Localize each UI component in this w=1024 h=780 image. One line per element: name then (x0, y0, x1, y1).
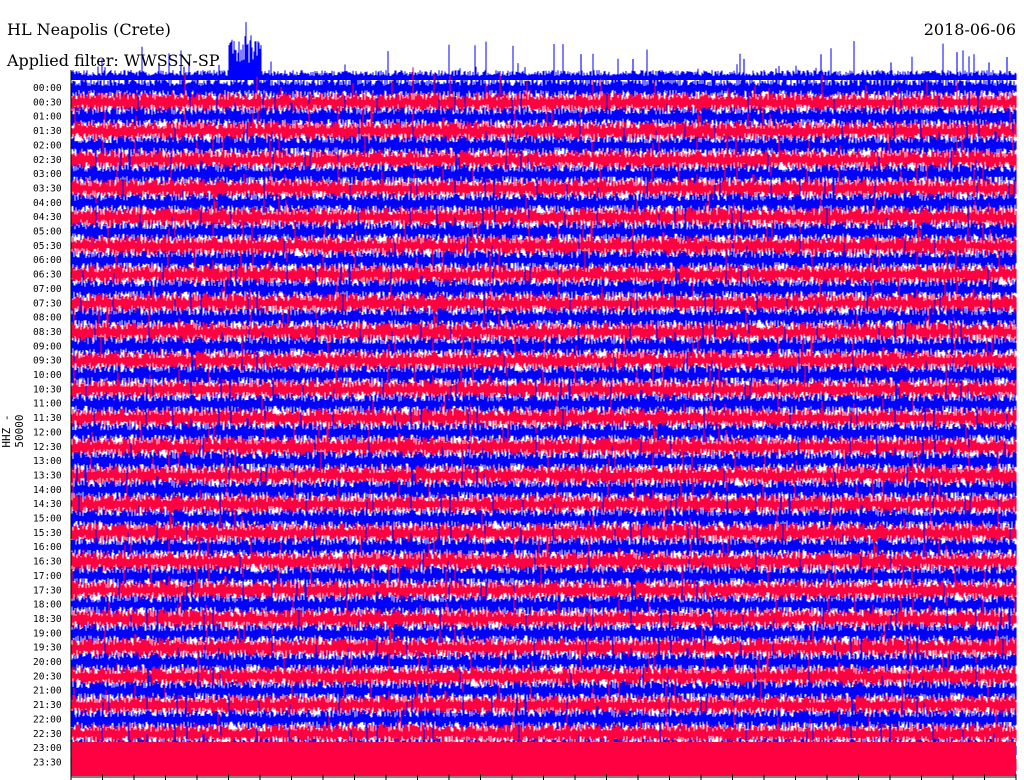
time-label: 01:00 (33, 112, 62, 123)
time-label: 12:30 (33, 442, 62, 453)
time-label: 23:00 (33, 743, 62, 754)
time-label: 18:00 (33, 600, 62, 611)
time-label: 01:30 (33, 126, 62, 137)
time-label: 07:00 (33, 284, 62, 295)
time-label: 15:00 (33, 514, 62, 525)
time-label: 00:30 (33, 97, 62, 108)
time-label: 00:00 (33, 83, 62, 94)
time-label: 15:30 (33, 528, 62, 539)
time-label: 18:30 (33, 614, 62, 625)
time-label: 20:30 (33, 671, 62, 682)
time-label: 16:30 (33, 557, 62, 568)
time-label: 11:30 (33, 413, 62, 424)
time-label: 08:00 (33, 313, 62, 324)
time-label: 09:00 (33, 341, 62, 352)
time-label: 14:30 (33, 499, 62, 510)
time-label: 11:00 (33, 399, 62, 410)
time-label: 02:30 (33, 155, 62, 166)
time-label: 19:00 (33, 628, 62, 639)
time-label: 03:30 (33, 183, 62, 194)
time-label: 19:30 (33, 643, 62, 654)
time-label: 13:00 (33, 456, 62, 467)
time-label: 04:00 (33, 198, 62, 209)
time-label: 04:30 (33, 212, 62, 223)
time-label: 02:00 (33, 140, 62, 151)
time-label: 05:00 (33, 227, 62, 238)
time-label: 16:00 (33, 542, 62, 553)
time-label: 20:00 (33, 657, 62, 668)
time-label: 10:00 (33, 370, 62, 381)
time-label: 06:30 (33, 270, 62, 281)
time-label: 21:30 (33, 700, 62, 711)
time-label: 05:30 (33, 241, 62, 252)
time-label: 07:30 (33, 298, 62, 309)
time-label: 14:00 (33, 485, 62, 496)
time-label: 17:00 (33, 571, 62, 582)
time-label: 10:30 (33, 384, 62, 395)
filter-label: Applied filter: WWSSN-SP (7, 51, 220, 70)
time-label: 13:30 (33, 470, 62, 481)
time-label: 21:00 (33, 686, 62, 697)
time-label: 06:00 (33, 255, 62, 266)
helicorder-plot: 00:00 00:30 01:00 01:30 02:00 02:30 03:00 03:30… (33, 22, 1017, 780)
time-label: 22:00 (33, 714, 62, 725)
time-label: 08:30 (33, 327, 62, 338)
time-label: 17:30 (33, 585, 62, 596)
trace-bottom-band (71, 742, 1016, 776)
time-label: 03:00 (33, 169, 62, 180)
time-label: 12:00 (33, 427, 62, 438)
time-label: 09:30 (33, 356, 62, 367)
time-label: 22:30 (33, 729, 62, 740)
time-label: 23:30 (33, 757, 62, 768)
